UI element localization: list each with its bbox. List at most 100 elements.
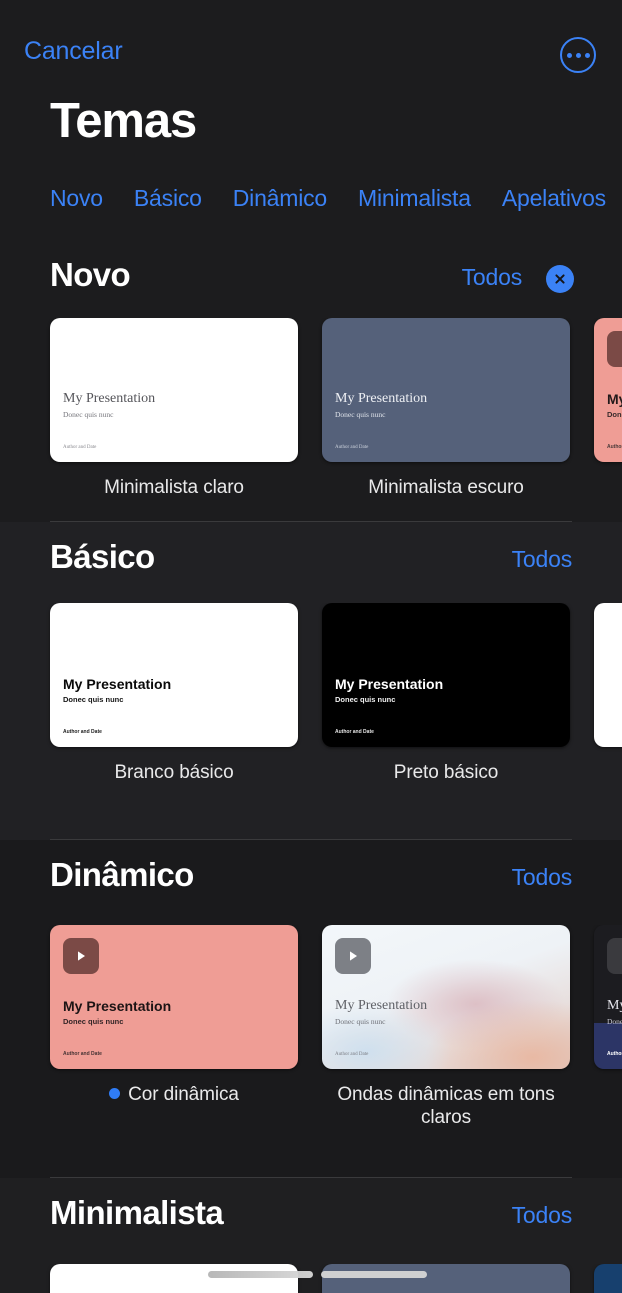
tab-dinamico[interactable]: Dinâmico bbox=[233, 185, 327, 212]
tab-apelativos[interactable]: Apelativos bbox=[502, 185, 606, 212]
theme-thumbnail[interactable]: My Presentation Donec quis nunc Author a… bbox=[594, 925, 622, 1069]
theme-card[interactable] bbox=[594, 1264, 622, 1293]
category-tab-bar[interactable]: Novo Básico Dinâmico Minimalista Apelati… bbox=[50, 181, 622, 215]
theme-caption-label: Minimalista claro bbox=[104, 477, 244, 498]
section-title: Dinâmico bbox=[50, 856, 194, 893]
section-header-basico: Básico Todos bbox=[0, 522, 622, 590]
ellipsis-circle-icon[interactable] bbox=[560, 37, 596, 73]
slide-preview: My Presentation Donec quis nunc Author a… bbox=[50, 925, 298, 1069]
slide-footer: Author and Date bbox=[607, 1051, 622, 1057]
theme-thumbnail[interactable]: My Presentation Donec quis nunc Author a… bbox=[50, 603, 298, 747]
theme-thumbnail[interactable] bbox=[594, 603, 622, 747]
theme-caption: Minimalista escuro bbox=[322, 476, 570, 499]
see-all-button-novo[interactable]: Todos bbox=[462, 264, 523, 291]
slide-preview: My Presentation Donec quis nunc Author a… bbox=[594, 318, 622, 462]
section-header-dinamico: Dinâmico Todos bbox=[0, 840, 622, 908]
slide-title: My Presentation bbox=[607, 998, 622, 1013]
section-header-minimalista: Minimalista Todos bbox=[0, 1178, 622, 1246]
slide-preview: My Presentation Donec quis nunc Author a… bbox=[50, 318, 298, 462]
slide-footer: Author and Date bbox=[335, 445, 369, 450]
theme-caption: Branco básico bbox=[50, 761, 298, 784]
theme-caption-label: Branco básico bbox=[114, 762, 234, 783]
cancel-button[interactable]: Cancelar bbox=[24, 37, 123, 66]
slide-subtitle: Donec quis nunc bbox=[335, 694, 396, 704]
theme-row-minimalista[interactable] bbox=[0, 1264, 622, 1293]
theme-caption-label: Minimalista escuro bbox=[368, 477, 524, 498]
section-dinamico: Dinâmico Todos My Presentation Donec qui… bbox=[0, 840, 622, 1178]
play-icon bbox=[63, 938, 99, 974]
horizontal-scrollbar-thumb-right[interactable] bbox=[321, 1271, 427, 1278]
section-title: Novo bbox=[50, 256, 131, 293]
theme-thumbnail[interactable]: My Presentation Donec quis nunc Author a… bbox=[50, 925, 298, 1069]
slide-footer: Author and Date bbox=[335, 729, 374, 735]
theme-thumbnail[interactable] bbox=[594, 1264, 622, 1293]
theme-row-novo[interactable]: My Presentation Donec quis nunc Author a… bbox=[0, 318, 622, 499]
play-icon bbox=[335, 938, 371, 974]
slide-footer: Author and Date bbox=[607, 444, 622, 450]
theme-card[interactable]: My Presentation Donec quis nunc Author a… bbox=[594, 925, 622, 1069]
slide-footer: Author and Date bbox=[63, 445, 97, 450]
slide-preview: My Presentation Donec quis nunc Author a… bbox=[322, 603, 570, 747]
dot-1 bbox=[566, 52, 572, 58]
slide-preview: My Presentation Donec quis nunc Author a… bbox=[594, 925, 622, 1069]
tab-novo[interactable]: Novo bbox=[50, 185, 103, 212]
theme-caption-label: Ondas dinâmicas em tons claros bbox=[337, 1084, 555, 1129]
theme-card[interactable]: My Presentation Donec quis nunc Author a… bbox=[50, 603, 298, 784]
theme-card[interactable] bbox=[50, 1264, 298, 1293]
section-title: Minimalista bbox=[50, 1194, 224, 1231]
close-circle-icon[interactable] bbox=[546, 265, 574, 293]
theme-caption-label: Cor dinâmica bbox=[128, 1084, 239, 1105]
section-novo: Novo Todos My Presentation Donec quis nu… bbox=[0, 240, 622, 522]
selected-indicator-dot bbox=[109, 1088, 121, 1099]
theme-card[interactable]: My Presentation Donec quis nunc Author a… bbox=[322, 318, 570, 499]
slide-preview: My Presentation Donec quis nunc Author a… bbox=[322, 318, 570, 462]
theme-row-basico[interactable]: My Presentation Donec quis nunc Author a… bbox=[0, 603, 622, 784]
see-all-button-dinamico[interactable]: Todos bbox=[512, 864, 573, 891]
theme-caption: Ondas dinâmicas em tons claros bbox=[322, 1083, 570, 1129]
theme-row-dinamico[interactable]: My Presentation Donec quis nunc Author a… bbox=[0, 925, 622, 1129]
slide-subtitle: Donec quis nunc bbox=[63, 694, 124, 704]
theme-caption: Preto básico bbox=[322, 761, 570, 784]
see-all-button-basico[interactable]: Todos bbox=[512, 546, 573, 573]
slide-title: My Presentation bbox=[63, 391, 156, 406]
theme-card[interactable]: My Presentation Donec quis nunc Author a… bbox=[50, 318, 298, 499]
theme-thumbnail[interactable]: My Presentation Donec quis nunc Author a… bbox=[322, 925, 570, 1069]
theme-thumbnail[interactable]: My Presentation Donec quis nunc Author a… bbox=[50, 318, 298, 462]
theme-thumbnail[interactable]: My Presentation Donec quis nunc Author a… bbox=[322, 603, 570, 747]
slide-title: My Presentation bbox=[63, 676, 172, 692]
slide-subtitle: Donec quis nunc bbox=[607, 1016, 622, 1026]
slide-subtitle: Donec quis nunc bbox=[63, 409, 114, 419]
section-title: Básico bbox=[50, 538, 155, 575]
page-title: Temas bbox=[50, 94, 197, 148]
theme-card[interactable]: My Presentation Donec quis nunc Author a… bbox=[322, 603, 570, 784]
slide-title: My Presentation bbox=[335, 391, 428, 406]
tab-minimalista[interactable]: Minimalista bbox=[358, 185, 471, 212]
theme-card-selected[interactable]: My Presentation Donec quis nunc Author a… bbox=[50, 925, 298, 1106]
slide-subtitle: Donec quis nunc bbox=[335, 1016, 386, 1026]
dot-3 bbox=[584, 52, 590, 58]
slide-preview: My Presentation Donec quis nunc Author a… bbox=[50, 603, 298, 747]
section-basico: Básico Todos My Presentation Donec quis … bbox=[0, 522, 622, 840]
slide-footer: Author and Date bbox=[63, 1051, 102, 1057]
horizontal-scrollbar-thumb-left[interactable] bbox=[208, 1271, 313, 1278]
navigation-bar: Cancelar bbox=[0, 0, 622, 88]
theme-card[interactable]: My Presentation Donec quis nunc Author a… bbox=[594, 318, 622, 462]
slide-subtitle: Donec quis nunc bbox=[335, 409, 386, 419]
slide-title: My Presentation bbox=[63, 998, 172, 1014]
theme-card[interactable]: My Presentation Donec quis nunc Author a… bbox=[322, 925, 570, 1129]
tab-basico[interactable]: Básico bbox=[134, 185, 202, 212]
slide-title: My Presentation bbox=[607, 391, 622, 407]
play-icon bbox=[607, 331, 622, 367]
themes-picker-screen: Cancelar Temas Novo Básico Dinâmico Mini… bbox=[0, 0, 622, 1293]
theme-thumbnail[interactable] bbox=[50, 1264, 298, 1293]
theme-card[interactable] bbox=[594, 603, 622, 747]
theme-caption: Minimalista claro bbox=[50, 476, 298, 499]
slide-title: My Presentation bbox=[335, 676, 444, 692]
dot-2 bbox=[575, 52, 581, 58]
theme-thumbnail[interactable]: My Presentation Donec quis nunc Author a… bbox=[594, 318, 622, 462]
slide-footer: Author and Date bbox=[63, 729, 102, 735]
theme-thumbnail[interactable]: My Presentation Donec quis nunc Author a… bbox=[322, 318, 570, 462]
theme-thumbnail[interactable] bbox=[322, 1264, 570, 1293]
see-all-button-minimalista[interactable]: Todos bbox=[512, 1202, 573, 1229]
theme-card[interactable] bbox=[322, 1264, 570, 1293]
